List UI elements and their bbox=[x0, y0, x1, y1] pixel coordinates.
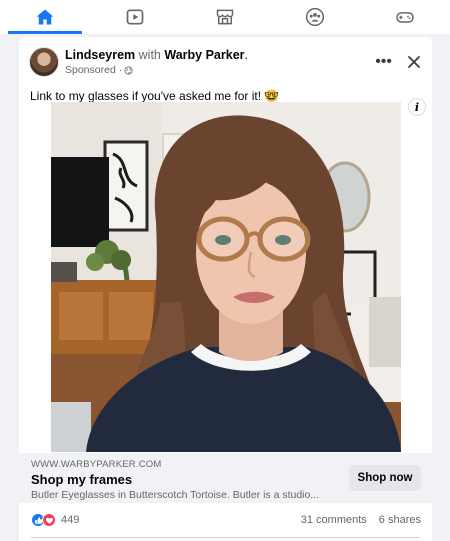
post-image[interactable] bbox=[51, 102, 401, 452]
sponsored-label[interactable]: Sponsored · bbox=[65, 64, 122, 76]
tab-groups[interactable] bbox=[270, 0, 360, 34]
link-domain: WWW.WARBYPARKER.COM bbox=[31, 459, 162, 470]
marketplace-icon bbox=[216, 9, 234, 25]
home-icon bbox=[36, 9, 54, 25]
gaming-icon bbox=[396, 12, 414, 23]
shop-now-button[interactable]: Shop now bbox=[349, 465, 421, 491]
ad-info-button[interactable]: i bbox=[408, 98, 426, 116]
tab-marketplace[interactable] bbox=[180, 0, 270, 34]
action-divider bbox=[31, 537, 420, 538]
reaction-icons[interactable] bbox=[31, 513, 56, 527]
tab-home[interactable] bbox=[0, 0, 90, 34]
with-text: with bbox=[138, 48, 161, 62]
close-icon[interactable] bbox=[406, 54, 422, 70]
shares-count[interactable]: 6 shares bbox=[379, 514, 421, 526]
comments-count[interactable]: 31 comments bbox=[301, 514, 367, 526]
more-options-button[interactable]: ••• bbox=[375, 54, 392, 70]
post-byline: Lindseyrem with Warby Parker. Sponsored … bbox=[65, 48, 248, 76]
partner-name[interactable]: Warby Parker bbox=[164, 48, 244, 62]
author-avatar[interactable] bbox=[29, 47, 59, 77]
love-reaction-icon bbox=[42, 513, 56, 527]
video-icon bbox=[126, 9, 144, 25]
groups-icon bbox=[305, 7, 325, 27]
link-description: Butler Eyeglasses in Butterscotch Tortoi… bbox=[31, 489, 320, 501]
link-preview-bar[interactable]: WWW.WARBYPARKER.COM Shop my frames Butle… bbox=[19, 453, 432, 503]
link-title: Shop my frames bbox=[31, 472, 133, 487]
top-navigation bbox=[0, 0, 450, 34]
selfie-photo bbox=[51, 102, 401, 452]
author-name[interactable]: Lindseyrem bbox=[65, 48, 135, 62]
reaction-count[interactable]: 449 bbox=[61, 514, 79, 526]
partner-suffix: . bbox=[244, 48, 248, 62]
sponsored-post-card: Lindseyrem with Warby Parker. Sponsored … bbox=[19, 37, 432, 541]
tab-gaming[interactable] bbox=[360, 0, 450, 34]
globe-icon bbox=[124, 65, 133, 75]
engagement-stats: 449 31 comments 6 shares bbox=[31, 511, 421, 529]
post-header: Lindseyrem with Warby Parker. Sponsored … bbox=[29, 45, 422, 79]
tab-watch[interactable] bbox=[90, 0, 180, 34]
